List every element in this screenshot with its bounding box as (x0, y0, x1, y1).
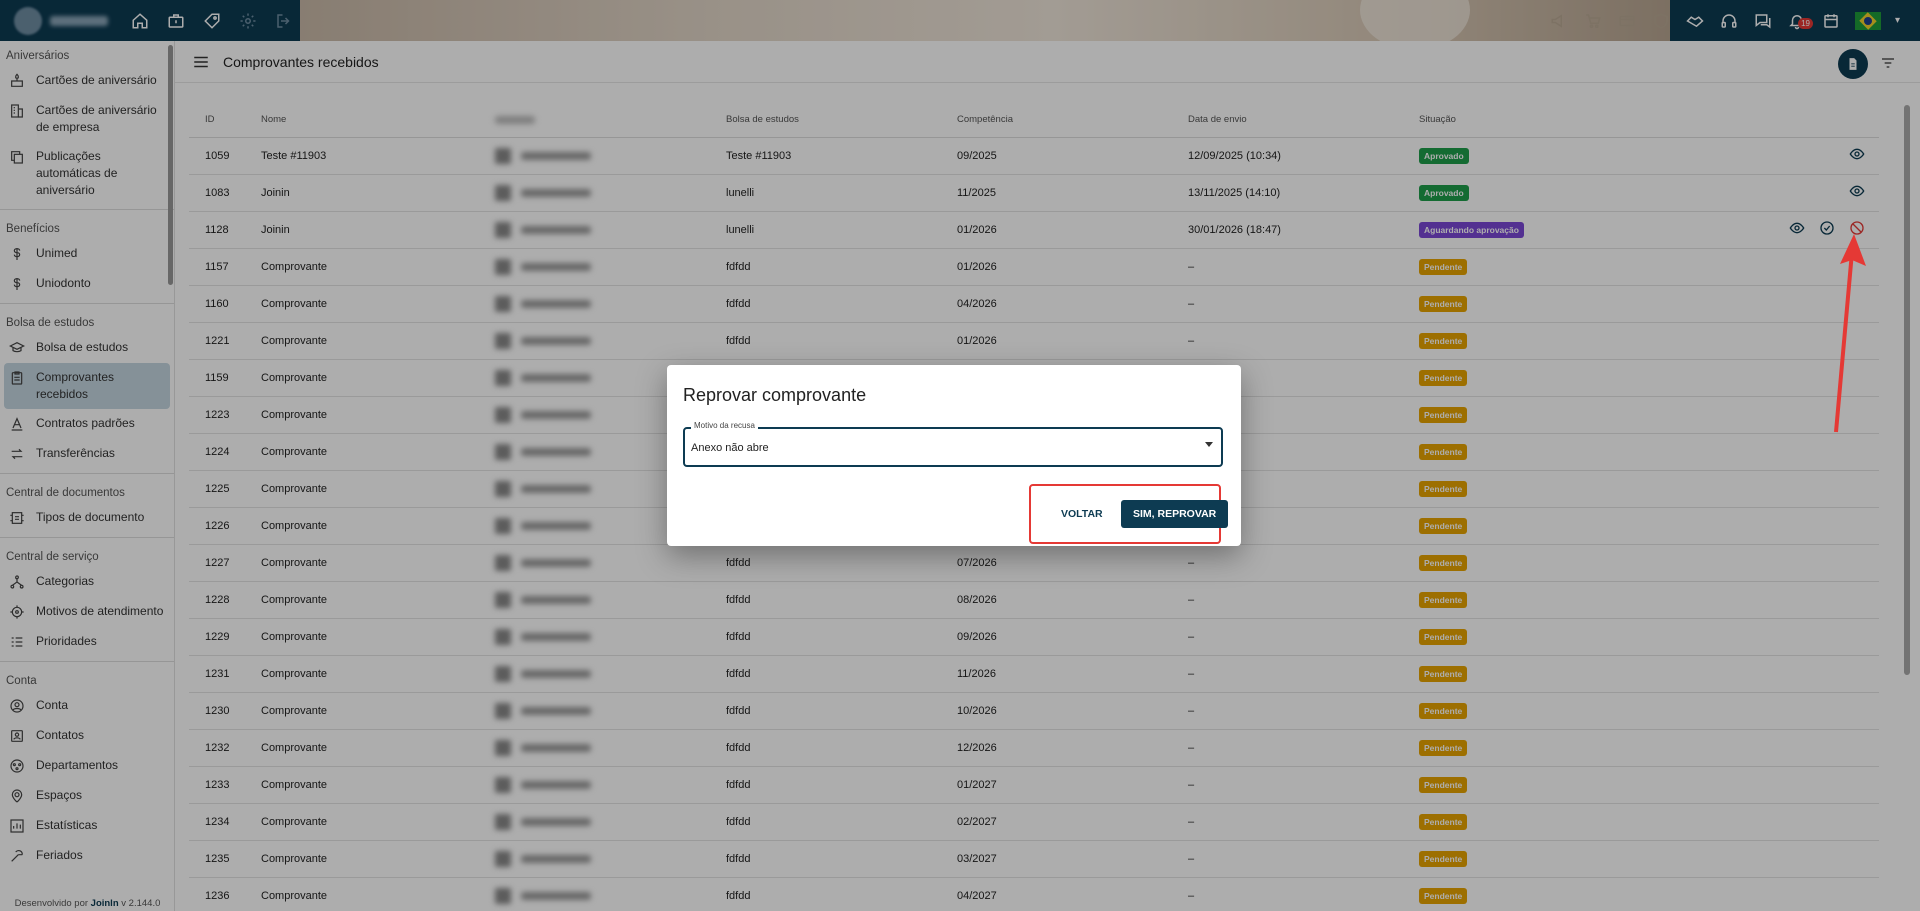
rejection-reason-label: Motivo da recusa (691, 421, 758, 430)
back-button[interactable]: VOLTAR (1049, 500, 1115, 528)
dialog-title: Reprovar comprovante (683, 385, 867, 405)
confirm-reject-button[interactable]: SIM, REPROVAR (1121, 500, 1229, 528)
dropdown-arrow-icon[interactable] (1205, 442, 1213, 447)
rejection-reason-select[interactable]: Motivo da recusa Anexo não abre (683, 421, 1223, 467)
annotation-arrow (1834, 234, 1866, 433)
reject-receipt-dialog: Reprovar comprovante Motivo da recusa An… (667, 365, 1241, 546)
rejection-reason-value: Anexo não abre (691, 442, 769, 454)
